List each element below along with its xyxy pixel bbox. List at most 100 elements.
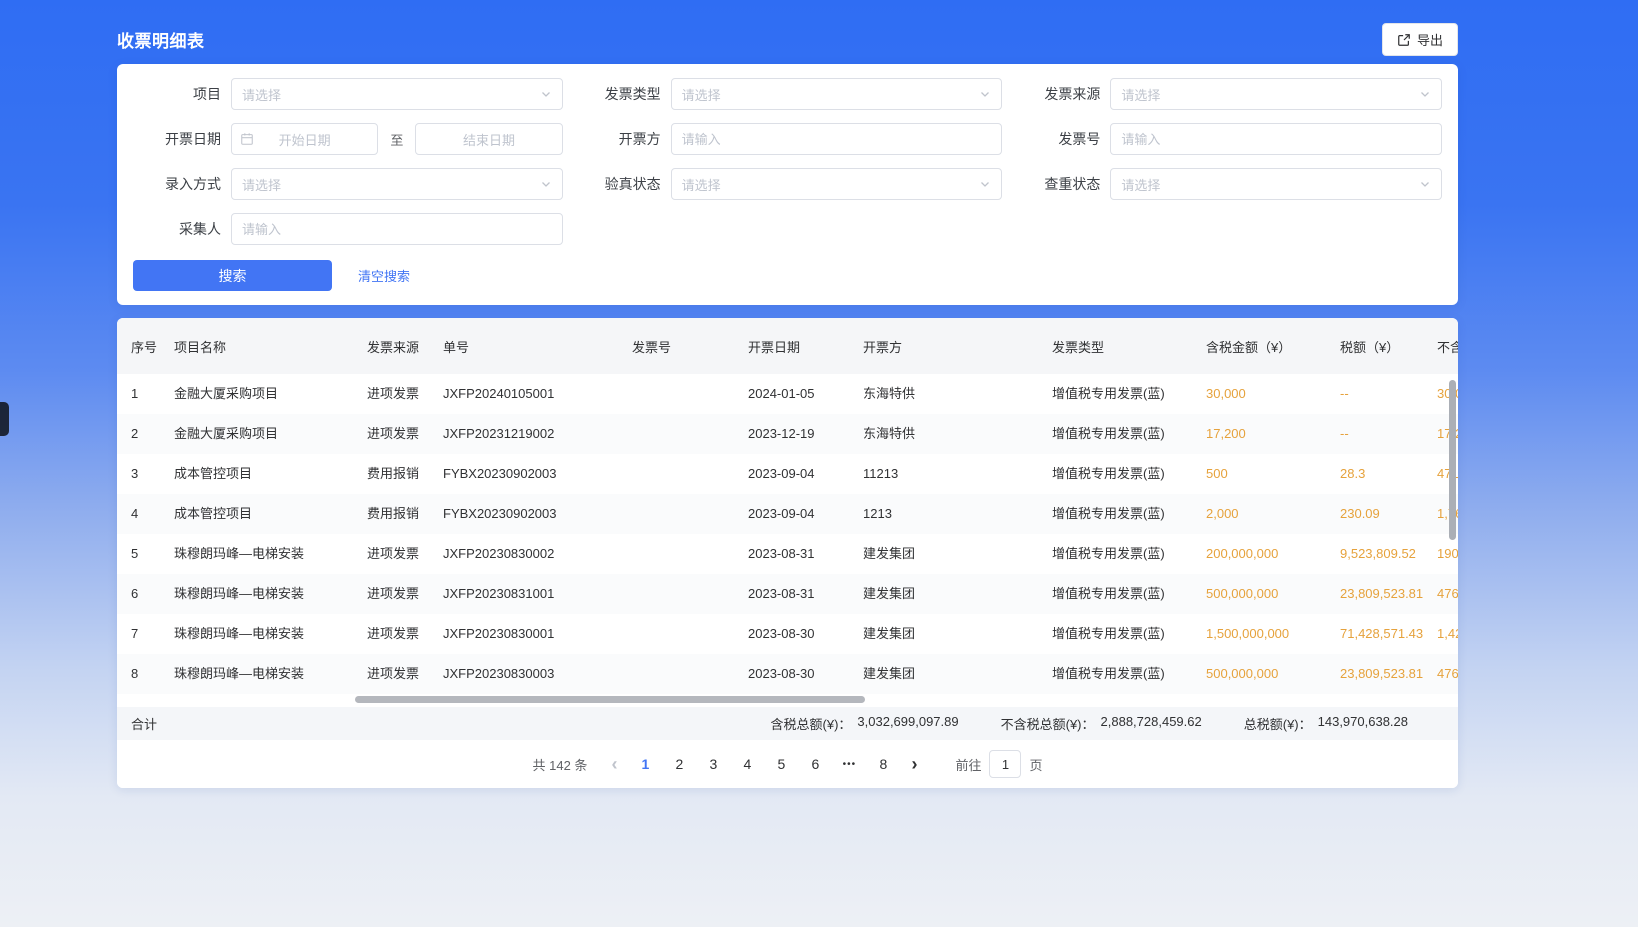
table-row[interactable]: 4 成本管控项目 费用报销 FYBX20230902003 2023-09-04… — [117, 494, 1458, 534]
summary-total-label: 合计 — [131, 714, 157, 733]
invoice-no-label: 发票号 — [1012, 129, 1100, 149]
cell-index: 5 — [117, 534, 174, 574]
invoice-source-select[interactable]: 请选择 — [1110, 78, 1442, 110]
cell-issuer: 建发集团 — [863, 614, 1052, 654]
horizontal-scrollbar[interactable] — [117, 694, 1458, 707]
table-row[interactable]: 8 珠穆朗玛峰—电梯安装 进项发票 JXFP20230830003 2023-0… — [117, 654, 1458, 694]
cell-invoice-type: 增值税专用发票(蓝) — [1052, 454, 1206, 494]
entry-method-select[interactable]: 请选择 — [231, 168, 563, 200]
table-row[interactable]: 7 珠穆朗玛峰—电梯安装 进项发票 JXFP20230830001 2023-0… — [117, 614, 1458, 654]
cell-invoice-number — [632, 574, 748, 614]
clear-search-link[interactable]: 清空搜索 — [358, 266, 410, 285]
issuer-input[interactable] — [671, 123, 1003, 155]
cell-amount-without-tax: 476,190,476.19 — [1437, 654, 1458, 694]
search-button[interactable]: 搜索 — [133, 260, 332, 291]
pagination-ellipsis[interactable]: ••• — [835, 750, 863, 778]
filter-dedup-status: 查重状态 请选择 — [1012, 168, 1442, 200]
vertical-scrollbar-thumb[interactable] — [1449, 380, 1456, 540]
goto-page-input[interactable] — [989, 750, 1021, 778]
summary-without-tax-value: 2,888,728,459.62 — [1101, 714, 1202, 733]
cell-tax: -- — [1340, 414, 1437, 454]
pagination-prev-button[interactable]: ‹ — [601, 750, 627, 778]
cell-project-name: 金融大厦采购项目 — [174, 374, 367, 414]
pagination-page-4[interactable]: 4 — [733, 750, 761, 778]
invoice-type-select[interactable]: 请选择 — [671, 78, 1003, 110]
cell-index: 3 — [117, 454, 174, 494]
summary-total-tax: 总税额(¥)： 143,970,638.28 — [1244, 714, 1408, 733]
cell-invoice-number — [632, 374, 748, 414]
table-row[interactable]: 5 珠穆朗玛峰—电梯安装 进项发票 JXFP20230830002 2023-0… — [117, 534, 1458, 574]
chevron-down-icon — [540, 178, 552, 190]
cell-tax: 23,809,523.81 — [1340, 654, 1437, 694]
horizontal-scrollbar-thumb[interactable] — [355, 696, 865, 703]
cell-amount-with-tax: 1,500,000,000 — [1206, 614, 1340, 654]
pagination-page-2[interactable]: 2 — [665, 750, 693, 778]
entry-method-select-placeholder: 请选择 — [242, 175, 281, 194]
cell-invoice-date: 2023-12-19 — [748, 414, 863, 454]
table-header: 序号 项目名称 发票来源 单号 发票号 开票日期 开票方 发票类型 含税金额（¥… — [117, 318, 1458, 374]
pagination-page-1[interactable]: 1 — [631, 750, 659, 778]
col-amount-with-tax: 含税金额（¥） — [1206, 318, 1340, 374]
col-project-name: 项目名称 — [174, 318, 367, 374]
chevron-down-icon — [1419, 178, 1431, 190]
cell-amount-with-tax: 17,200 — [1206, 414, 1340, 454]
cell-invoice-type: 增值税专用发票(蓝) — [1052, 414, 1206, 454]
table-row[interactable]: 2 金融大厦采购项目 进项发票 JXFP20231219002 2023-12-… — [117, 414, 1458, 454]
collector-input[interactable] — [231, 213, 563, 245]
project-select[interactable]: 请选择 — [231, 78, 563, 110]
table-scroll-area[interactable]: 序号 项目名称 发票来源 单号 发票号 开票日期 开票方 发票类型 含税金额（¥… — [117, 318, 1458, 694]
pagination-page-5[interactable]: 5 — [767, 750, 795, 778]
invoice-type-select-placeholder: 请选择 — [682, 85, 721, 104]
invoice-no-input[interactable] — [1110, 123, 1442, 155]
cell-index: 8 — [117, 654, 174, 694]
cell-invoice-source: 费用报销 — [367, 494, 443, 534]
dedup-status-select-placeholder: 请选择 — [1121, 175, 1160, 194]
pagination-page-3[interactable]: 3 — [699, 750, 727, 778]
summary-total-tax-label: 总税额(¥)： — [1244, 714, 1312, 733]
chevron-down-icon — [979, 178, 991, 190]
cell-invoice-date: 2023-08-31 — [748, 534, 863, 574]
table-panel: 序号 项目名称 发票来源 单号 发票号 开票日期 开票方 发票类型 含税金额（¥… — [117, 318, 1458, 788]
filter-issuer: 开票方 — [573, 123, 1003, 155]
drawer-handle[interactable] — [0, 402, 9, 436]
end-date-input[interactable]: 结束日期 — [415, 123, 562, 155]
cell-tax: 9,523,809.52 — [1340, 534, 1437, 574]
verify-status-select[interactable]: 请选择 — [671, 168, 1003, 200]
cell-invoice-number — [632, 614, 748, 654]
summary-with-tax-label: 含税总额(¥)： — [771, 714, 852, 733]
col-tax: 税额（¥） — [1340, 318, 1437, 374]
table-row[interactable]: 1 金融大厦采购项目 进项发票 JXFP20240105001 2024-01-… — [117, 374, 1458, 414]
cell-invoice-number — [632, 534, 748, 574]
export-button[interactable]: 导出 — [1382, 23, 1458, 56]
cell-amount-with-tax: 200,000,000 — [1206, 534, 1340, 574]
cell-index: 6 — [117, 574, 174, 614]
cell-index: 2 — [117, 414, 174, 454]
invoice-source-label: 发票来源 — [1012, 84, 1100, 104]
table-row[interactable]: 6 珠穆朗玛峰—电梯安装 进项发票 JXFP20230831001 2023-0… — [117, 574, 1458, 614]
cell-invoice-type: 增值税专用发票(蓝) — [1052, 614, 1206, 654]
col-invoice-number: 发票号 — [632, 318, 748, 374]
cell-amount-with-tax: 2,000 — [1206, 494, 1340, 534]
cell-project-name: 成本管控项目 — [174, 454, 367, 494]
cell-invoice-source: 进项发票 — [367, 414, 443, 454]
pagination-page-8[interactable]: 8 — [869, 750, 897, 778]
cell-project-name: 珠穆朗玛峰—电梯安装 — [174, 654, 367, 694]
pagination-pages: 123456•••8 — [631, 750, 897, 778]
cell-index: 1 — [117, 374, 174, 414]
summary-bar: 合计 含税总额(¥)： 3,032,699,097.89 不含税总额(¥)： 2… — [117, 707, 1458, 740]
topbar: 收票明细表 导出 — [117, 23, 1458, 56]
pagination-page-6[interactable]: 6 — [801, 750, 829, 778]
pagination-next-button[interactable]: › — [901, 750, 927, 778]
dedup-status-select[interactable]: 请选择 — [1110, 168, 1442, 200]
date-range-separator: 至 — [390, 130, 403, 149]
start-date-input[interactable]: 开始日期 — [231, 123, 378, 155]
pagination-total-count: 共 142 条 — [533, 755, 588, 774]
table-row[interactable]: 3 成本管控项目 费用报销 FYBX20230902003 2023-09-04… — [117, 454, 1458, 494]
invoice-table: 序号 项目名称 发票来源 单号 发票号 开票日期 开票方 发票类型 含税金额（¥… — [117, 318, 1458, 694]
col-issuer: 开票方 — [863, 318, 1052, 374]
filter-invoice-type: 发票类型 请选择 — [573, 78, 1003, 110]
cell-invoice-source: 进项发票 — [367, 574, 443, 614]
cell-index: 4 — [117, 494, 174, 534]
cell-project-name: 成本管控项目 — [174, 494, 367, 534]
cell-doc-number: JXFP20231219002 — [443, 414, 632, 454]
